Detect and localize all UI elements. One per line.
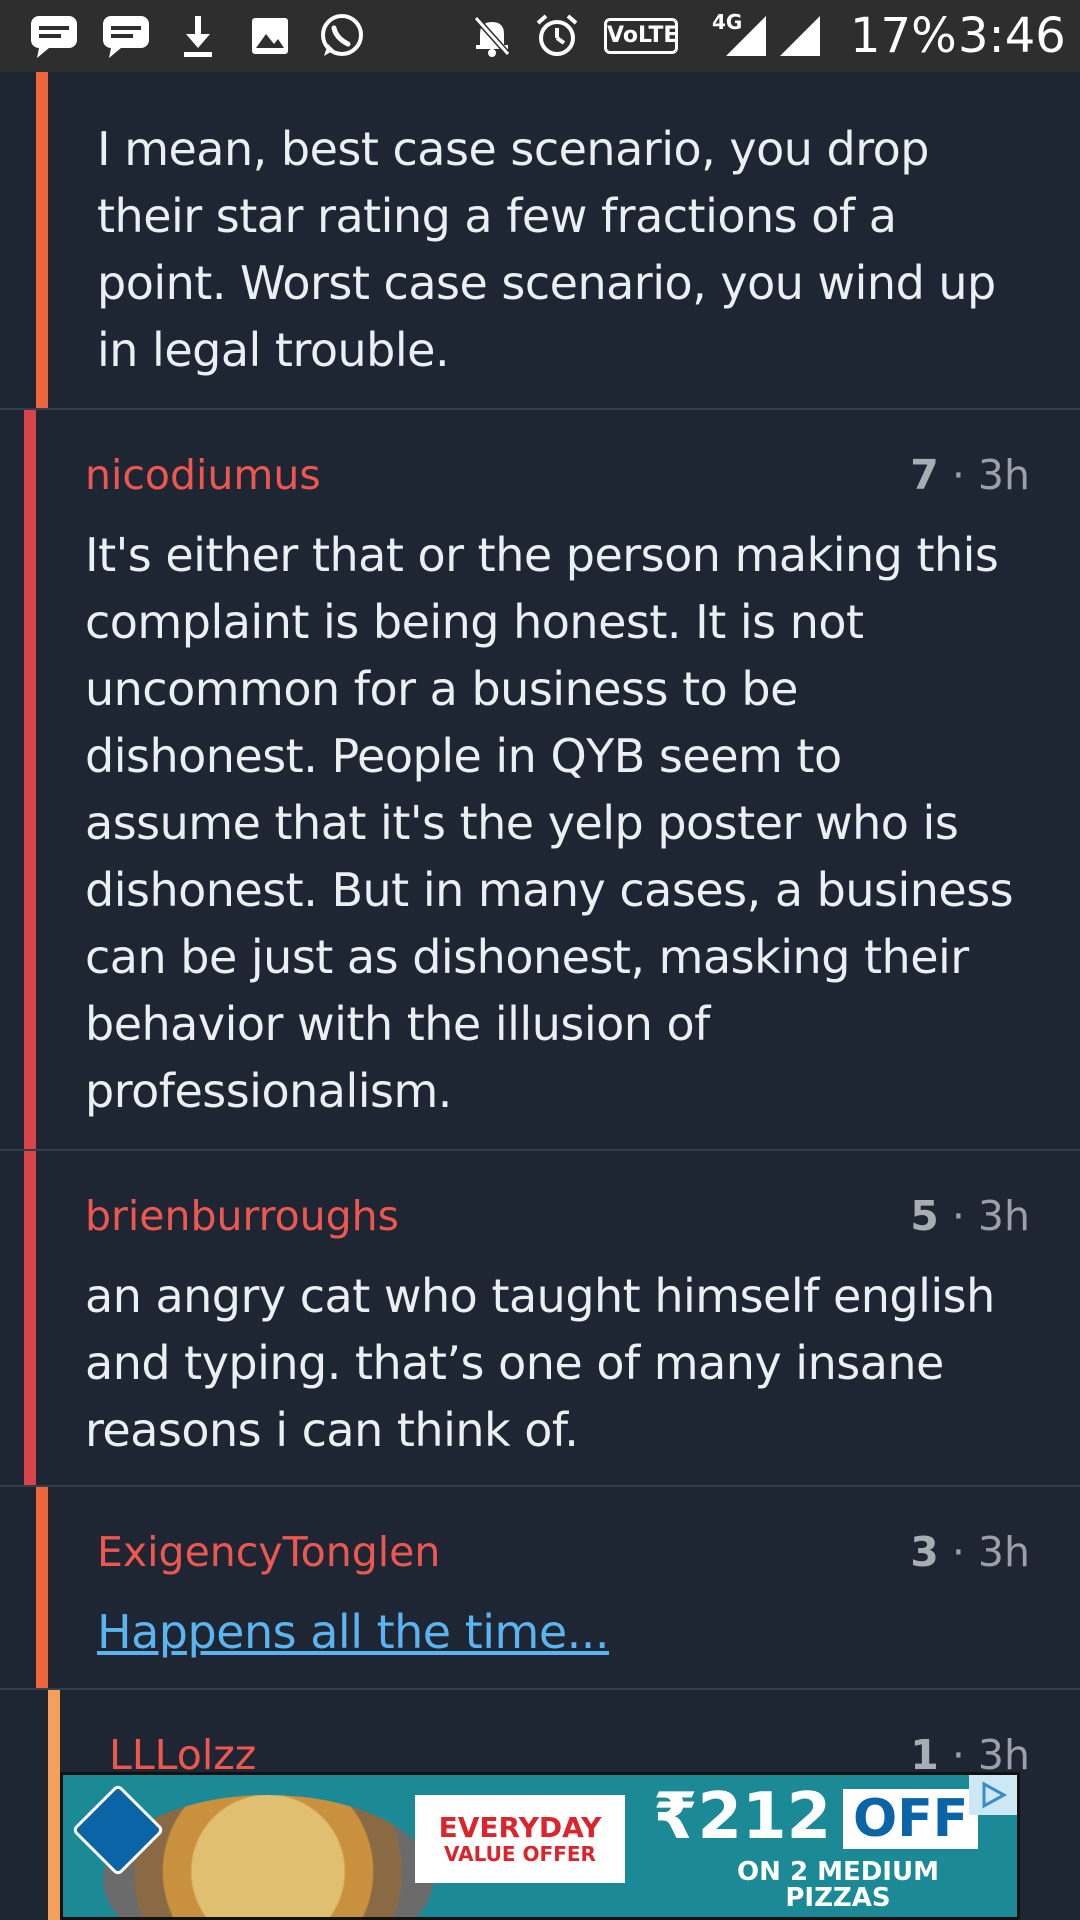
comment-time: · 3h — [951, 1528, 1030, 1576]
signal-icon — [724, 12, 768, 60]
clock: 3:46 — [958, 8, 1066, 64]
comment-meta: 7 · 3h — [910, 450, 1030, 500]
offer-box: EVERYDAY VALUE OFFER — [415, 1795, 625, 1883]
comment[interactable]: nicodiumus 7 · 3h It's either that or th… — [0, 410, 1080, 1151]
comment[interactable]: brienburroughs 5 · 3h an angry cat who t… — [0, 1151, 1080, 1487]
comment-time: · 3h — [951, 1192, 1030, 1240]
pizza-image — [103, 1795, 433, 1917]
battery-percent: 17% — [850, 8, 957, 64]
comment-author[interactable]: ExigencyTonglen — [97, 1527, 440, 1577]
offer-detail-line: PIZZAS — [785, 1883, 891, 1913]
comment-body: It's either that or the person making th… — [85, 528, 1014, 1118]
thread-depth-bar — [36, 72, 48, 408]
comment-author[interactable]: brienburroughs — [85, 1191, 399, 1241]
thread-depth-bar — [24, 410, 36, 1149]
thread-depth-bar — [24, 1151, 36, 1485]
comment-meta: 3 · 3h — [910, 1527, 1030, 1577]
comment[interactable]: ExigencyTonglen 3 · 3h Happens all the t… — [0, 1487, 1080, 1690]
offer-price: ₹212 — [653, 1780, 832, 1854]
thread-depth-bar — [36, 1487, 48, 1688]
offer-detail-line: ON 2 MEDIUM — [737, 1857, 939, 1887]
volte-badge: VoLTE — [604, 18, 678, 54]
comment-body: an angry cat who taught himself english … — [85, 1269, 995, 1457]
offer-subheadline: VALUE OFFER — [444, 1842, 596, 1866]
mute-icon — [470, 12, 514, 60]
comment-score: 5 — [910, 1192, 939, 1240]
image-icon — [246, 12, 294, 60]
offer-headline: EVERYDAY — [438, 1811, 602, 1844]
ad-banner[interactable]: EVERYDAY VALUE OFFER ₹212 OFF ON 2 MEDIU… — [60, 1772, 1020, 1920]
message-icon — [98, 12, 154, 60]
signal-icon — [778, 12, 822, 60]
comment-body: I mean, best case scenario, you drop the… — [97, 122, 996, 377]
thread-depth-bar — [48, 1690, 60, 1920]
comment-link[interactable]: Happens all the time... — [97, 1599, 1037, 1666]
offer-details: ON 2 MEDIUM PIZZAS — [653, 1857, 1017, 1913]
comment-score: 7 — [910, 451, 939, 499]
whatsapp-icon — [316, 12, 368, 60]
offer-off-label: OFF — [843, 1789, 979, 1849]
comment-meta: 5 · 3h — [910, 1191, 1030, 1241]
adchoices-icon[interactable] — [969, 1775, 1017, 1815]
status-bar: VoLTE 4G 17% 3:46 — [0, 0, 1080, 72]
comment-score: 3 — [910, 1528, 939, 1576]
alarm-icon — [532, 12, 582, 60]
download-icon — [176, 12, 220, 60]
comment-author[interactable]: nicodiumus — [85, 450, 321, 500]
comment-time: · 3h — [951, 451, 1030, 499]
message-icon — [26, 12, 82, 60]
comment[interactable]: I mean, best case scenario, you drop the… — [0, 72, 1080, 410]
